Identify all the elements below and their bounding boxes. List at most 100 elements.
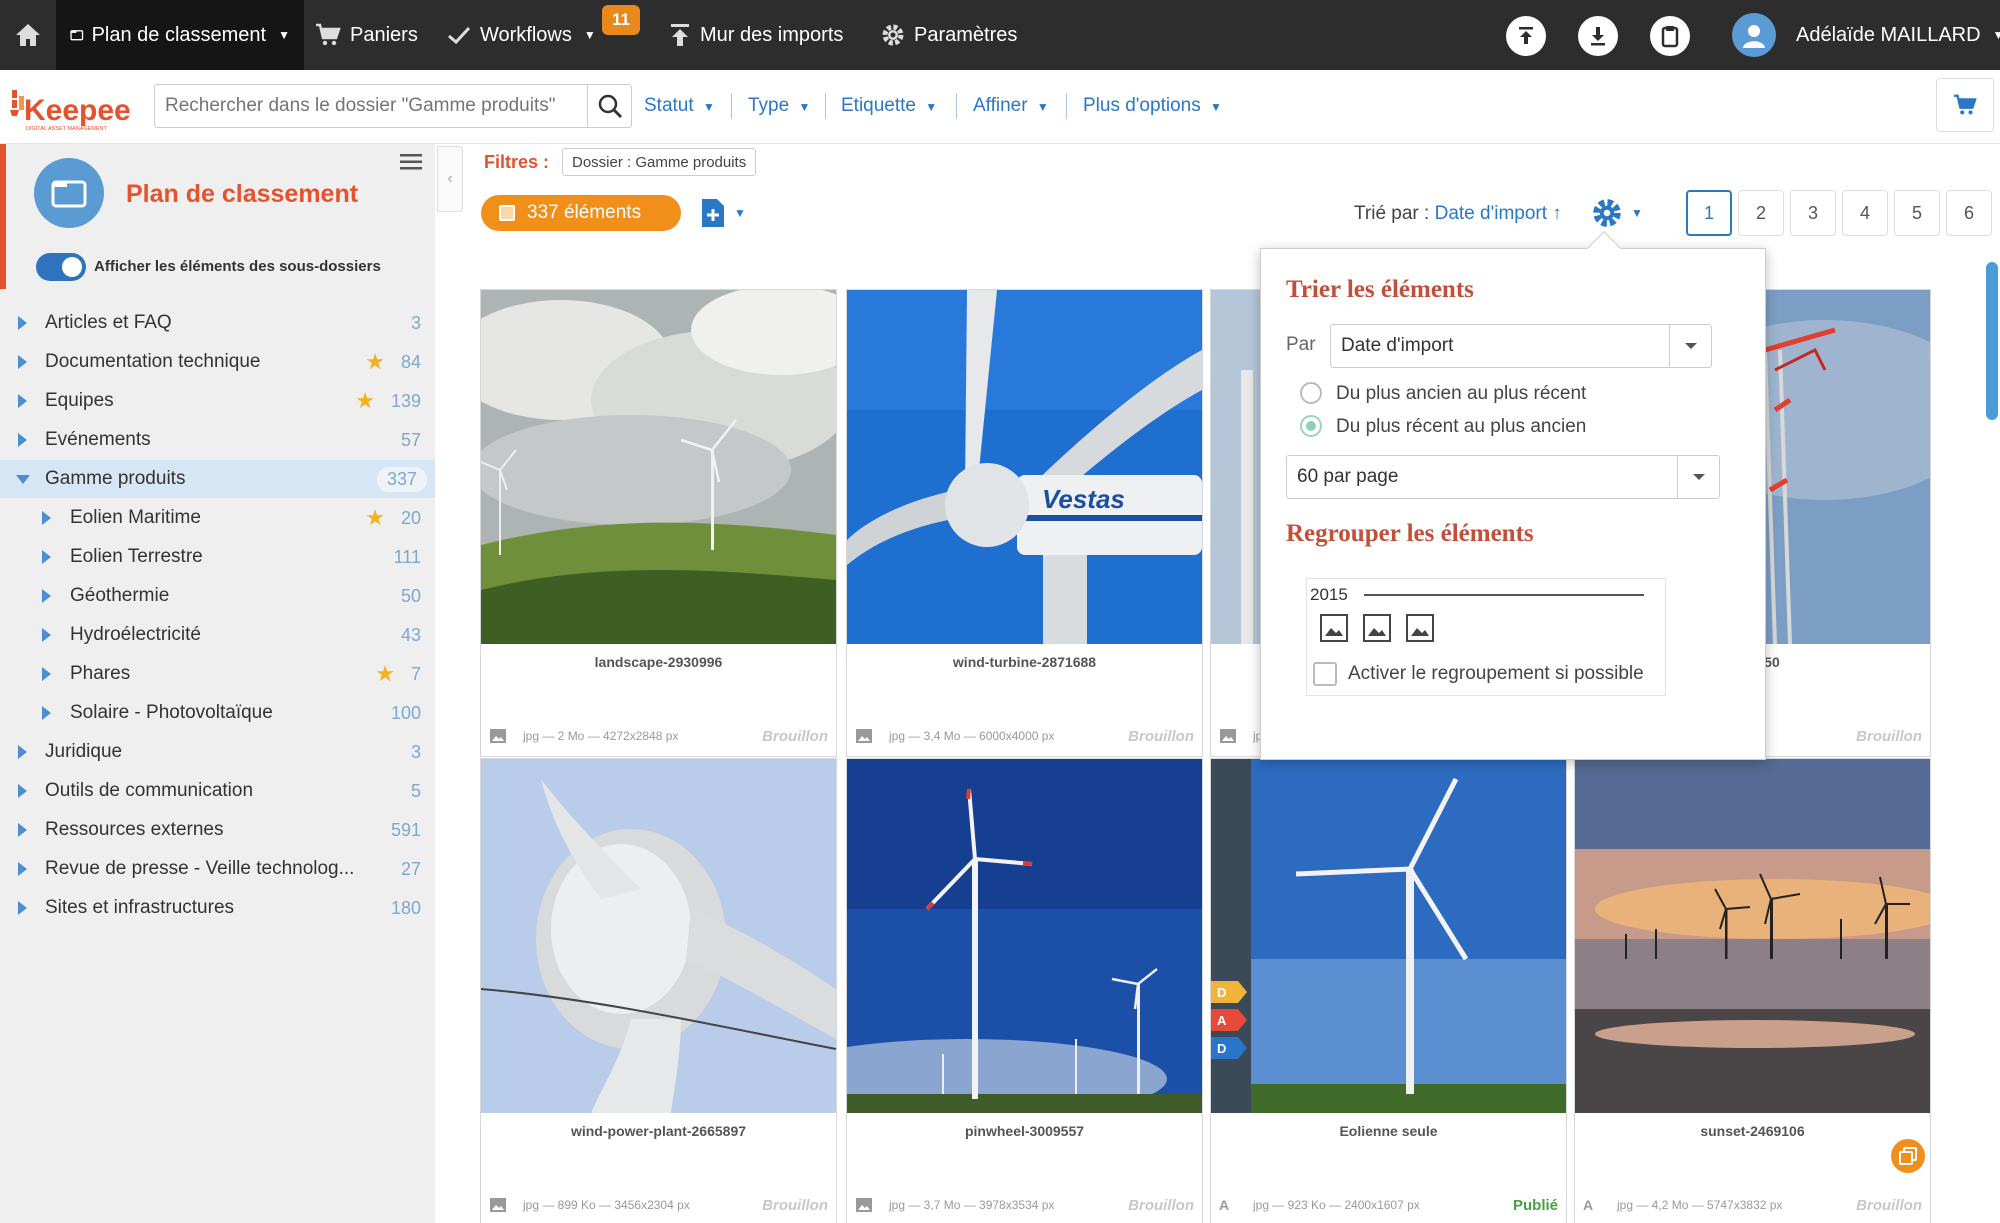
expand-arrow-icon[interactable] — [42, 589, 51, 603]
select-all-checkbox[interactable] — [499, 205, 515, 221]
expand-arrow-icon[interactable] — [18, 745, 27, 759]
user-menu[interactable]: Adélaïde MAILLARD ▼ — [1796, 0, 2000, 70]
filter-affiner[interactable]: Affiner ▼ — [973, 95, 1049, 117]
expand-arrow-icon[interactable] — [18, 862, 27, 876]
sidebar-item-gamme-produits[interactable]: Gamme produits 337 — [0, 460, 435, 498]
asset-thumbnail[interactable] — [1211, 759, 1566, 1113]
sidebar-item-documentation-technique[interactable]: Documentation technique ★ 84 — [0, 343, 435, 381]
tree-label: Gamme produits — [45, 468, 186, 489]
filters-label: Filtres : — [484, 152, 550, 172]
expand-arrow-icon[interactable] — [18, 823, 27, 837]
expand-arrow-icon[interactable] — [18, 355, 27, 369]
sidebar-item-revue-de-presse[interactable]: Revue de presse - Veille technolog... 27 — [0, 850, 435, 888]
expand-arrow-icon[interactable] — [42, 550, 51, 564]
page-6[interactable]: 6 — [1946, 190, 1992, 236]
asset-card[interactable]: D A D Eolienne seule A jpg — 923 Ko — 24… — [1210, 758, 1567, 1223]
sort-by-select[interactable]: Date d'import — [1330, 324, 1712, 368]
sidebar-item-geothermie[interactable]: Géothermie 50 — [0, 577, 435, 615]
sidebar-item-equipes[interactable]: Equipes ★ 139 — [0, 382, 435, 420]
sidebar-item-eolien-terrestre[interactable]: Eolien Terrestre 111 — [0, 538, 435, 576]
expand-arrow-icon[interactable] — [18, 784, 27, 798]
collapse-sidebar-button[interactable]: ‹ — [437, 146, 463, 212]
order-radio-desc[interactable] — [1300, 415, 1322, 437]
asset-card[interactable]: Vestas wind-turbine-2871688 jpg — 3,4 Mo… — [846, 289, 1203, 757]
sort-indicator[interactable]: Trié par : Date d'import ↑ — [1354, 203, 1562, 225]
image-icon — [490, 1198, 506, 1212]
add-file-button[interactable]: ▼ — [700, 197, 746, 229]
filter-etiquette[interactable]: Etiquette ▼ — [841, 95, 937, 117]
asset-status: Brouillon — [1856, 1196, 1922, 1214]
page-5[interactable]: 5 — [1894, 190, 1940, 236]
sidebar-item-ressources-externes[interactable]: Ressources externes 591 — [0, 811, 435, 849]
page-1[interactable]: 1 — [1686, 190, 1732, 236]
sidebar-item-phares[interactable]: Phares ★ 7 — [0, 655, 435, 693]
sort-value: Date d'import — [1434, 203, 1548, 224]
expand-arrow-icon[interactable] — [42, 628, 51, 642]
scrollbar[interactable] — [1986, 262, 1998, 420]
sidebar-item-solaire-photovoltaique[interactable]: Solaire - Photovoltaïque 100 — [0, 694, 435, 732]
image-icon — [856, 1198, 872, 1212]
page-3[interactable]: 3 — [1790, 190, 1836, 236]
expand-arrow-icon[interactable] — [18, 901, 27, 915]
sidebar-item-articles-faq[interactable]: Articles et FAQ 3 — [0, 304, 435, 342]
download-button[interactable] — [1578, 16, 1618, 56]
nav-workflows[interactable]: Workflows ▼ — [446, 0, 596, 70]
display-settings-button[interactable]: ▼ — [1590, 196, 1643, 230]
select-all-button[interactable]: 337 éléments — [481, 195, 681, 231]
order-radio-asc[interactable] — [1300, 382, 1322, 404]
dropdown-button[interactable] — [1677, 456, 1719, 498]
per-page-select[interactable]: 60 par page — [1286, 455, 1720, 499]
expand-arrow-icon[interactable] — [18, 316, 27, 330]
collapse-arrow-icon[interactable] — [16, 474, 30, 484]
sidebar-item-outils-communication[interactable]: Outils de communication 5 — [0, 772, 435, 810]
expand-arrow-icon[interactable] — [18, 394, 27, 408]
filter-type[interactable]: Type ▼ — [748, 95, 810, 117]
nav-mur-des-imports[interactable]: Mur des imports — [668, 0, 843, 70]
asset-name: wind-turbine-2871688 — [952, 654, 1097, 670]
expand-arrow-icon[interactable] — [42, 667, 51, 681]
search-button[interactable] — [588, 84, 632, 128]
expand-arrow-icon[interactable] — [42, 511, 51, 525]
user-avatar[interactable] — [1732, 13, 1776, 57]
nav-parametres[interactable]: Paramètres — [880, 0, 1017, 70]
asset-card[interactable]: sunset-2469106 A jpg — 4,2 Mo — 5747x383… — [1574, 758, 1931, 1223]
asset-thumbnail[interactable] — [1575, 759, 1930, 1113]
chevron-down-icon — [1684, 343, 1697, 349]
upload-icon — [1519, 27, 1533, 44]
page-2[interactable]: 2 — [1738, 190, 1784, 236]
asset-thumbnail[interactable] — [481, 290, 836, 644]
group-checkbox[interactable] — [1313, 662, 1337, 686]
dropdown-button[interactable] — [1669, 325, 1711, 367]
asset-thumbnail[interactable]: Vestas — [847, 290, 1202, 644]
filter-chip[interactable]: Dossier : Gamme produits — [562, 148, 757, 176]
asset-meta: A jpg — 4,2 Mo — 5747x3832 px Brouillon — [1575, 1185, 1930, 1223]
search-input[interactable] — [154, 84, 588, 128]
sidebar-menu-button[interactable] — [400, 153, 422, 171]
asset-card[interactable]: wind-power-plant-2665897 jpg — 899 Ko — … — [480, 758, 837, 1223]
clipboard-button[interactable] — [1650, 16, 1690, 56]
home-button[interactable] — [14, 0, 48, 70]
clipboard-icon — [1661, 26, 1679, 48]
filter-plus-options[interactable]: Plus d'options ▼ — [1083, 95, 1222, 117]
nav-paniers[interactable]: Paniers — [314, 0, 418, 70]
copy-button[interactable] — [1891, 1139, 1925, 1173]
asset-card[interactable]: pinwheel-3009557 jpg — 3,7 Mo — 3978x353… — [846, 758, 1203, 1223]
expand-arrow-icon[interactable] — [42, 706, 51, 720]
upload-button[interactable] — [1506, 16, 1546, 56]
subfolder-toggle[interactable] — [36, 253, 86, 281]
caret-down-icon: ▼ — [1631, 206, 1643, 220]
filter-statut[interactable]: Statut ▼ — [644, 95, 715, 117]
sidebar-item-evenements[interactable]: Evénements 57 — [0, 421, 435, 459]
asset-thumbnail[interactable] — [847, 759, 1202, 1113]
page-4[interactable]: 4 — [1842, 190, 1888, 236]
sidebar-item-eolien-maritime[interactable]: Eolien Maritime ★ 20 — [0, 499, 435, 537]
expand-arrow-icon[interactable] — [18, 433, 27, 447]
asset-thumbnail[interactable] — [481, 759, 836, 1113]
asset-card[interactable]: landscape-2930996 jpg — 2 Mo — 4272x2848… — [480, 289, 837, 757]
sidebar-item-juridique[interactable]: Juridique 3 — [0, 733, 435, 771]
nav-plan-de-classement[interactable]: Plan de classement ▼ — [56, 0, 304, 70]
sidebar-item-sites-infrastructures[interactable]: Sites et infrastructures 180 — [0, 889, 435, 927]
sort-prefix: Trié par : — [1354, 203, 1430, 224]
sidebar-item-hydroelectricite[interactable]: Hydroélectricité 43 — [0, 616, 435, 654]
cart-button[interactable] — [1936, 78, 1994, 132]
